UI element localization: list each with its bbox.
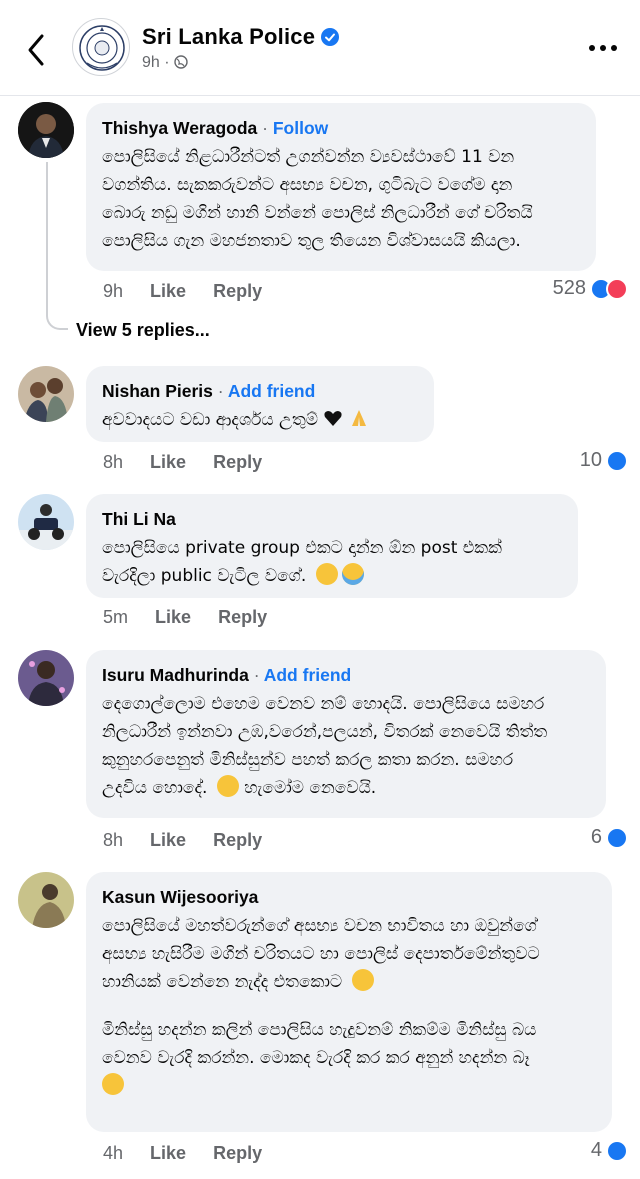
comment-bubble: Kasun Wijesooriya පොලිසියේ මහත්වරුන්ගේ අ…: [86, 872, 612, 1132]
reply-button[interactable]: Reply: [213, 281, 262, 301]
thinking-face-icon: [351, 969, 374, 991]
woozy-face-icon: [315, 563, 338, 585]
view-replies-link[interactable]: View 5 replies...: [76, 320, 210, 341]
comment-text-body: පොලිසියේ මහත්වරුන්ගේ අසභ්‍ය වචන භාවිතය හ…: [102, 916, 540, 992]
reply-button[interactable]: Reply: [213, 830, 262, 850]
comment-text-body-2: මිනිස්සු හදන්න කලින් පොලිසිය හැදුවනම් නි…: [102, 1020, 537, 1068]
comment-bubble: Nishan Pieris · Add friend අවවාදයට වඩා ආ…: [86, 366, 434, 442]
like-button[interactable]: Like: [155, 607, 191, 627]
comment-time: 4h: [103, 1143, 124, 1163]
comment-author-line: Kasun Wijesooriya: [102, 886, 596, 908]
avatar-photo-icon: [18, 650, 74, 706]
tears-of-joy-icon: [341, 563, 364, 585]
grinning-face-icon: [216, 775, 239, 797]
reply-thread-curve: [46, 312, 68, 330]
reaction-summary[interactable]: 6: [591, 826, 628, 849]
comment-author[interactable]: Thi Li Na: [102, 509, 176, 529]
comment-text: පොලිසියේ මහත්වරුන්ගේ අසභ්‍ය වචන භාවිතය හ…: [102, 912, 596, 996]
verified-badge-icon: [321, 28, 340, 46]
page-name[interactable]: Sri Lanka Police: [142, 24, 315, 49]
avatar[interactable]: [18, 650, 74, 706]
reaction-summary[interactable]: 4: [591, 1139, 628, 1162]
like-button[interactable]: Like: [150, 830, 186, 850]
back-arrow-icon[interactable]: [22, 30, 50, 70]
like-button[interactable]: Like: [150, 281, 186, 301]
avatar[interactable]: [18, 102, 74, 158]
comment-author[interactable]: Isuru Madhurinda: [102, 665, 249, 685]
separator-dot: ·: [262, 118, 268, 138]
comment-time: 5m: [103, 607, 129, 627]
comment-author-line: Nishan Pieris · Add friend: [102, 380, 418, 402]
avatar-photo-icon: [18, 102, 74, 158]
comment-actions: 4h Like Reply: [103, 1143, 284, 1164]
comment-actions: 8h Like Reply: [103, 452, 284, 473]
reply-button[interactable]: Reply: [213, 452, 262, 472]
comment-bubble: Thi Li Na පොලිසියෙ private group එකට දාන…: [86, 494, 578, 598]
comment-author[interactable]: Kasun Wijesooriya: [102, 887, 258, 907]
comment-text-body: පොලිසියෙ private group එකට දාන්න ඕන post…: [102, 538, 502, 586]
reaction-count: 6: [590, 826, 602, 848]
page-title[interactable]: Sri Lanka Police: [142, 24, 340, 50]
avatar[interactable]: [18, 494, 74, 550]
reaction-count: 10: [579, 449, 602, 471]
post-meta: 9h ·: [142, 54, 188, 72]
avatar[interactable]: [18, 872, 74, 928]
post-time: 9h ·: [142, 54, 170, 71]
post-header: Sri Lanka Police 9h ·: [0, 0, 640, 96]
comment-time: 9h: [103, 281, 124, 301]
avatar-photo-icon: [18, 872, 74, 928]
comment-author-line: Thishya Weragoda · Follow: [102, 117, 580, 139]
like-button[interactable]: Like: [150, 1143, 186, 1163]
avatar[interactable]: [18, 366, 74, 422]
comment-text-paragraph-2: මිනිස්සු හදන්න කලින් පොලිසිය හැදුවනම් නි…: [102, 1016, 596, 1100]
like-reaction-icon: [606, 1139, 628, 1162]
add-friend-button[interactable]: Add friend: [264, 665, 352, 685]
comment-bubble: Isuru Madhurinda · Add friend දෙගොල්ලොම …: [86, 650, 606, 818]
comment-text: පොලිසියෙ private group එකට දාන්න ඕන post…: [102, 534, 562, 590]
add-friend-button[interactable]: Add friend: [228, 381, 316, 401]
separator-dot: ·: [253, 665, 260, 685]
folded-hands-icon: [348, 407, 370, 429]
reply-thread-line: [46, 162, 48, 312]
comment-text-body: අවවාදයට වඩා ආදර්ශය උතුම්: [102, 410, 318, 430]
comment-time: 8h: [103, 830, 124, 850]
comment-bubble: Thishya Weragoda · Follow පොලිසියේ නිළධා…: [86, 103, 596, 271]
black-heart-icon: [322, 407, 344, 429]
comment-author[interactable]: Nishan Pieris: [102, 381, 213, 401]
comment-author-line: Thi Li Na: [102, 508, 562, 530]
comment-actions: 5m Like Reply: [103, 607, 289, 628]
reply-button[interactable]: Reply: [218, 607, 267, 627]
avatar-photo-icon: [18, 494, 74, 550]
comment-actions: 8h Like Reply: [103, 830, 284, 851]
unamused-face-icon: [102, 1073, 124, 1095]
like-reaction-icon: [606, 449, 628, 472]
globe-icon: [173, 55, 188, 69]
comment-text-suffix: හැමෝම නෙවෙයි.: [244, 778, 377, 798]
love-reaction-icon: [606, 277, 628, 300]
like-button[interactable]: Like: [150, 452, 186, 472]
reaction-summary[interactable]: 10: [580, 449, 628, 472]
avatar-photo-icon: [18, 366, 74, 422]
police-emblem-icon: [79, 25, 125, 71]
comment-author-line: Isuru Madhurinda · Add friend: [102, 664, 590, 686]
comment-text: පොලිසියේ නිළධාරීන්ටත් උගන්වන්න ව්‍යවස්ථා…: [102, 147, 533, 251]
separator-dot: ·: [217, 381, 224, 401]
comment-author[interactable]: Thishya Weragoda: [102, 118, 257, 138]
reaction-summary[interactable]: 528: [553, 277, 628, 300]
like-reaction-icon: [606, 826, 628, 849]
comment-time: 8h: [103, 452, 124, 472]
reply-button[interactable]: Reply: [213, 1143, 262, 1163]
follow-button[interactable]: Follow: [273, 118, 328, 138]
reaction-count: 528: [552, 277, 586, 299]
comment-actions: 9h Like Reply: [103, 281, 284, 302]
more-options-icon[interactable]: [588, 40, 618, 56]
comment-text: අවවාදයට වඩා ආදර්ශය උතුම්: [102, 406, 418, 434]
page-avatar[interactable]: [72, 18, 130, 76]
comment-text: දෙගොල්ලොම එහෙම වෙනව නම් හොදයි. පොලිසියෙ …: [102, 690, 590, 802]
reaction-count: 4: [590, 1139, 602, 1161]
